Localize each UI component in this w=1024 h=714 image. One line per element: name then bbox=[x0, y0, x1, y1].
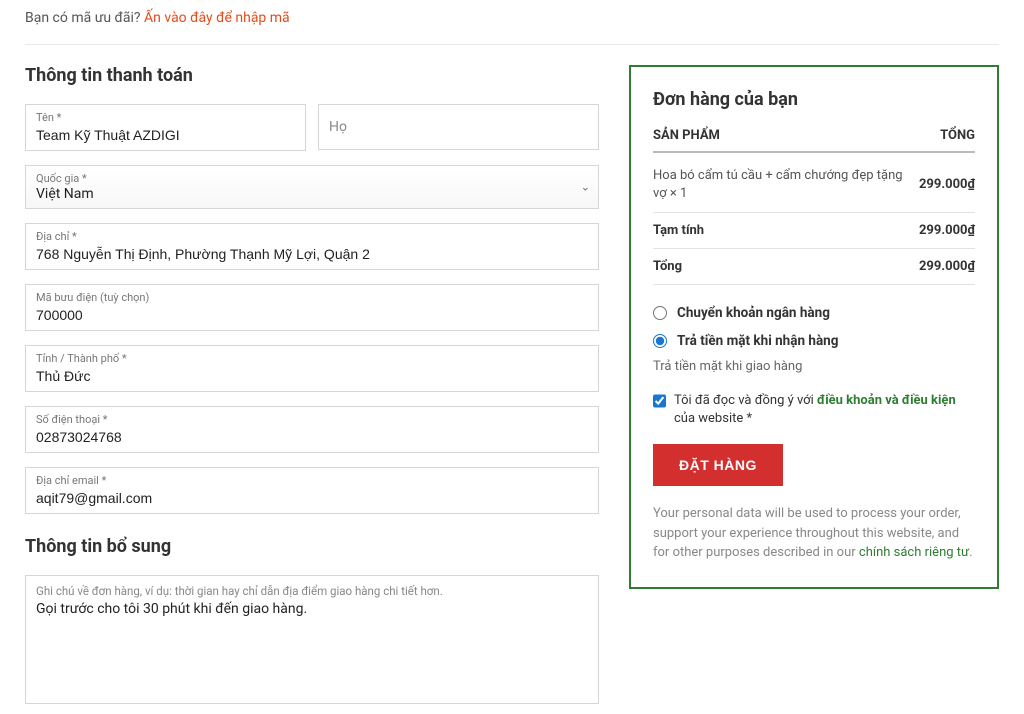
last-name-field[interactable]: Họ bbox=[318, 104, 599, 150]
postcode-label: Mã bưu điện (tuỳ chọn) bbox=[36, 291, 588, 304]
order-item-price: 299.000₫ bbox=[919, 177, 975, 192]
order-item-name: Hoa bó cẩm tú cầu + cẩm chướng đẹp tặng … bbox=[653, 167, 919, 202]
email-field[interactable]: Địa chỉ email * bbox=[25, 467, 599, 514]
payment-bank-option[interactable]: Chuyển khoản ngân hàng bbox=[653, 299, 975, 327]
phone-field[interactable]: Số điện thoại * bbox=[25, 406, 599, 453]
order-total-label: Tổng bbox=[653, 259, 682, 274]
email-label: Địa chỉ email * bbox=[36, 474, 588, 487]
payment-bank-label: Chuyển khoản ngân hàng bbox=[677, 305, 830, 321]
postcode-field[interactable]: Mã bưu điện (tuỳ chọn) bbox=[25, 284, 599, 331]
privacy-text: Your personal data will be used to proce… bbox=[653, 504, 975, 563]
terms-checkbox[interactable] bbox=[653, 394, 666, 408]
order-total-price: 299.000₫ bbox=[919, 259, 975, 274]
address-field[interactable]: Địa chỉ * bbox=[25, 223, 599, 270]
payment-cod-option[interactable]: Trả tiền mặt khi nhận hàng bbox=[653, 327, 975, 355]
city-input[interactable] bbox=[36, 368, 588, 384]
payment-cod-desc: Trả tiền mặt khi giao hàng bbox=[653, 355, 975, 374]
order-notes-label: Ghi chú về đơn hàng, ví dụ: thời gian ha… bbox=[36, 584, 588, 598]
terms-prefix: Tôi đã đọc và đồng ý với bbox=[674, 393, 814, 408]
coupon-text: Bạn có mã ưu đãi? bbox=[25, 10, 141, 26]
country-label: Quốc gia * bbox=[36, 172, 588, 185]
payment-methods: Chuyển khoản ngân hàng Trả tiền mặt khi … bbox=[653, 299, 975, 374]
order-head-product: SẢN PHẨM bbox=[653, 128, 720, 143]
postcode-input[interactable] bbox=[36, 307, 588, 323]
order-title: Đơn hàng của bạn bbox=[653, 89, 975, 110]
terms-text: Tôi đã đọc và đồng ý với điều khoản và đ… bbox=[674, 392, 975, 428]
phone-input[interactable] bbox=[36, 429, 588, 445]
payment-cod-label: Trả tiền mặt khi nhận hàng bbox=[677, 333, 838, 349]
phone-label: Số điện thoại * bbox=[36, 413, 588, 426]
country-value: Việt Nam bbox=[36, 186, 588, 202]
city-label: Tỉnh / Thành phố * bbox=[36, 352, 588, 365]
order-item-row: Hoa bó cẩm tú cầu + cẩm chướng đẹp tặng … bbox=[653, 157, 975, 213]
billing-title: Thông tin thanh toán bbox=[25, 65, 599, 86]
place-order-button[interactable]: ĐẶT HÀNG bbox=[653, 444, 783, 486]
city-field[interactable]: Tỉnh / Thành phố * bbox=[25, 345, 599, 392]
last-name-placeholder: Họ bbox=[329, 119, 588, 135]
first-name-label: Tên * bbox=[36, 111, 295, 124]
country-select[interactable]: Quốc gia * Việt Nam ⌄ bbox=[25, 165, 599, 209]
coupon-notice: Bạn có mã ưu đãi? Ấn vào đây để nhập mã bbox=[25, 10, 999, 45]
address-label: Địa chỉ * bbox=[36, 230, 588, 243]
email-input[interactable] bbox=[36, 490, 588, 506]
first-name-field[interactable]: Tên * bbox=[25, 104, 306, 151]
order-head-total: TỔNG bbox=[940, 128, 975, 143]
address-input[interactable] bbox=[36, 246, 588, 262]
order-subtotal-label: Tạm tính bbox=[653, 223, 704, 238]
terms-suffix: của website * bbox=[674, 411, 752, 426]
payment-cod-radio[interactable] bbox=[653, 334, 667, 348]
order-notes-field[interactable]: Ghi chú về đơn hàng, ví dụ: thời gian ha… bbox=[25, 575, 599, 704]
terms-row: Tôi đã đọc và đồng ý với điều khoản và đ… bbox=[653, 392, 975, 428]
terms-link[interactable]: điều khoản và điều kiện bbox=[817, 393, 956, 408]
first-name-input[interactable] bbox=[36, 127, 295, 143]
order-summary-box: Đơn hàng của bạn SẢN PHẨM TỔNG Hoa bó cẩ… bbox=[629, 65, 999, 589]
coupon-toggle-link[interactable]: Ấn vào đây để nhập mã bbox=[144, 10, 290, 26]
order-table-head: SẢN PHẨM TỔNG bbox=[653, 128, 975, 153]
payment-bank-radio[interactable] bbox=[653, 306, 667, 320]
order-subtotal-row: Tạm tính 299.000₫ bbox=[653, 213, 975, 249]
order-total-row: Tổng 299.000₫ bbox=[653, 249, 975, 285]
privacy-dot: . bbox=[969, 545, 972, 560]
order-notes-input[interactable] bbox=[36, 601, 588, 691]
additional-title: Thông tin bổ sung bbox=[25, 536, 599, 557]
order-subtotal-price: 299.000₫ bbox=[919, 223, 975, 238]
privacy-link[interactable]: chính sách riêng tư bbox=[859, 545, 969, 560]
